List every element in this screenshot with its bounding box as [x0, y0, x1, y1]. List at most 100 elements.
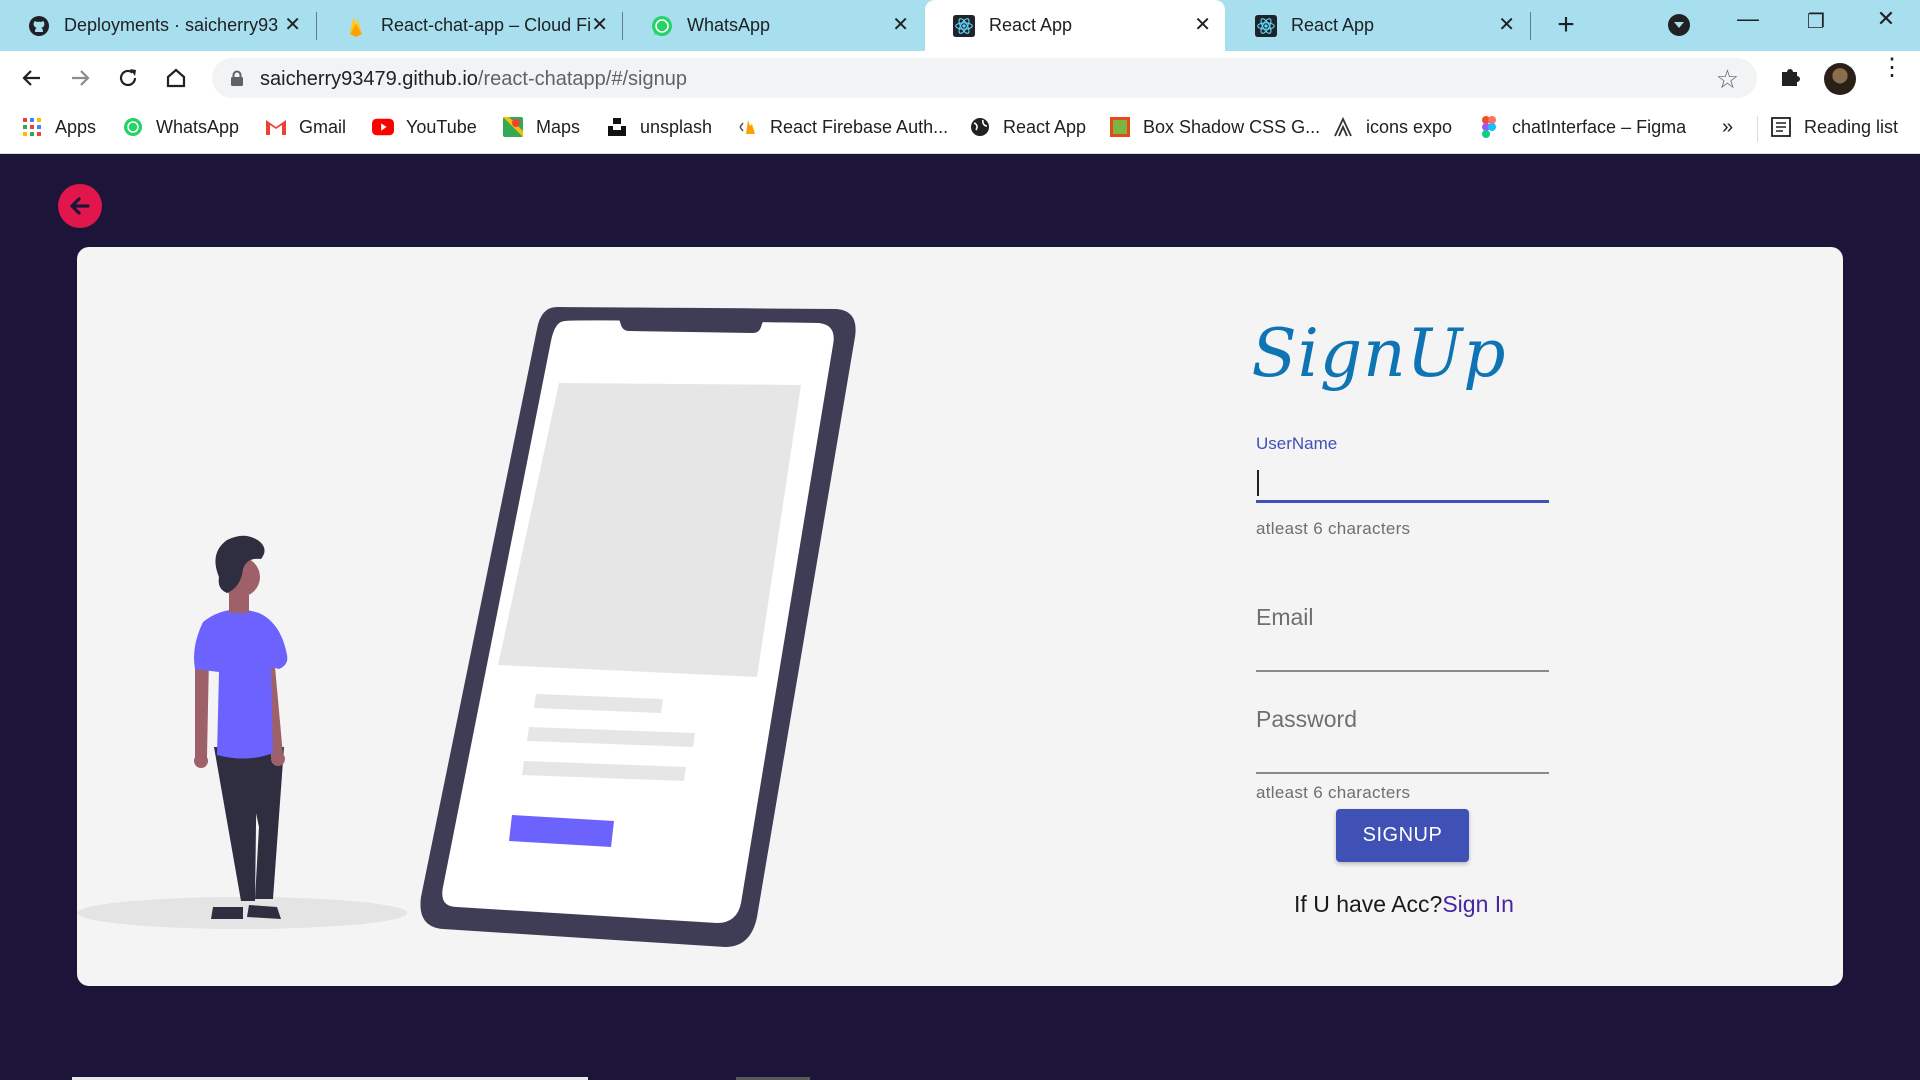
close-icon[interactable]: ✕	[284, 15, 301, 35]
close-icon[interactable]: ✕	[1498, 15, 1515, 35]
bookmarks-bar: Apps WhatsApp Gmail YouTube Maps unsplas…	[0, 104, 1920, 154]
github-icon	[28, 15, 50, 37]
box-shadow-icon	[1109, 116, 1131, 138]
tab-firebase[interactable]: React-chat-app – Cloud Fi ✕	[317, 0, 622, 51]
password-helper: atleast 6 characters	[1256, 783, 1411, 802]
url-text: saicherry93479.github.io/react-chatapp/#…	[260, 68, 687, 90]
reading-list-icon	[1770, 116, 1792, 138]
email-label: Email	[1256, 604, 1314, 630]
tab-title: Deployments · saicherry93	[64, 15, 279, 35]
bookmark-box-shadow[interactable]: Box Shadow CSS G...	[1109, 116, 1320, 138]
tab-divider	[1530, 12, 1531, 40]
youtube-icon	[372, 116, 394, 138]
reading-list-button[interactable]: Reading list	[1770, 116, 1898, 138]
signup-button[interactable]: SIGNUP	[1336, 809, 1469, 862]
globe-icon	[969, 116, 991, 138]
figma-icon	[1478, 116, 1500, 138]
bookmarks-overflow-icon[interactable]: »	[1722, 116, 1733, 139]
bookmark-figma[interactable]: chatInterface – Figma	[1478, 116, 1686, 138]
forward-arrow-icon[interactable]	[66, 64, 94, 92]
browser-toolbar: saicherry93479.github.io/react-chatapp/#…	[0, 51, 1920, 104]
signin-prompt: If U have Acc?Sign In	[1179, 891, 1629, 918]
tab-strip: Deployments · saicherry93 ✕ React-chat-a…	[0, 0, 1920, 51]
bookmark-label: Gmail	[299, 116, 347, 137]
bookmark-react-app[interactable]: React App	[969, 116, 1086, 138]
email-field[interactable]: Email	[1256, 604, 1549, 672]
profile-avatar[interactable]	[1824, 63, 1856, 95]
unsplash-icon	[606, 116, 628, 138]
page-title: SignUp	[1251, 315, 1507, 392]
address-bar[interactable]: saicherry93479.github.io/react-chatapp/#…	[212, 58, 1757, 98]
back-button[interactable]	[58, 184, 102, 228]
bookmark-unsplash[interactable]: unsplash	[606, 116, 712, 138]
signup-card: SignUp UserName atleast 6 characters Ema…	[77, 247, 1843, 986]
password-label: Password	[1256, 706, 1357, 732]
bookmark-label: YouTube	[406, 116, 477, 137]
firebase-icon	[345, 15, 367, 37]
signin-link[interactable]: Sign In	[1442, 891, 1514, 917]
text-caret	[1257, 470, 1259, 496]
react-icon	[953, 14, 975, 37]
bookmark-label: icons expo	[1366, 116, 1453, 137]
bookmark-label: React App	[1003, 116, 1087, 137]
bookmark-label: chatInterface – Figma	[1512, 116, 1687, 137]
restore-icon[interactable]: ❐	[1796, 9, 1836, 34]
firebase-auth-icon	[736, 116, 758, 138]
apps-grid-icon	[21, 116, 43, 138]
bookmark-label: Maps	[536, 116, 581, 137]
arrow-left-icon	[70, 197, 90, 215]
tab-title: React App	[989, 15, 1073, 35]
bookmark-label: React Firebase Auth...	[770, 116, 949, 137]
back-arrow-icon[interactable]	[18, 64, 46, 92]
bookmarks-divider	[1757, 116, 1758, 142]
whatsapp-icon	[651, 15, 673, 37]
bookmark-label: WhatsApp	[156, 116, 240, 137]
reload-icon[interactable]	[114, 64, 142, 92]
whatsapp-icon	[122, 116, 144, 138]
tab-whatsapp[interactable]: WhatsApp ✕	[623, 0, 923, 51]
bookmark-icons-expo[interactable]: icons expo	[1332, 116, 1452, 138]
signup-form: SignUp UserName atleast 6 characters Ema…	[1179, 247, 1579, 986]
phone-person-illustration	[77, 307, 856, 947]
bookmark-maps[interactable]: Maps	[502, 116, 580, 138]
bookmark-react-firebase-auth[interactable]: React Firebase Auth...	[736, 116, 948, 138]
username-underline	[1256, 500, 1549, 503]
lock-icon[interactable]	[230, 70, 244, 91]
bookmark-whatsapp[interactable]: WhatsApp	[122, 116, 239, 138]
close-icon[interactable]: ✕	[591, 15, 608, 35]
tab-react-app-active[interactable]: React App ✕	[925, 0, 1225, 51]
bookmark-gmail[interactable]: Gmail	[265, 116, 346, 138]
bookmark-apps[interactable]: Apps	[21, 116, 96, 138]
home-icon[interactable]	[162, 64, 190, 92]
tab-search-icon[interactable]	[1668, 14, 1690, 36]
kebab-menu-icon[interactable]: ⋮	[1880, 56, 1904, 80]
bookmark-label: Box Shadow CSS G...	[1143, 116, 1321, 137]
username-label: UserName	[1256, 434, 1338, 453]
reading-list-label: Reading list	[1804, 116, 1899, 137]
tab-title: React App	[1291, 15, 1375, 35]
bookmark-label: unsplash	[640, 116, 713, 137]
window-close-icon[interactable]: ✕	[1866, 6, 1906, 32]
tab-title: React-chat-app – Cloud Fi	[381, 15, 591, 35]
gmail-icon	[265, 116, 287, 138]
close-icon[interactable]: ✕	[1194, 15, 1211, 35]
tab-deployments[interactable]: Deployments · saicherry93 ✕	[0, 0, 315, 51]
new-tab-icon[interactable]: +	[1550, 8, 1582, 42]
minimize-icon[interactable]: —	[1728, 6, 1768, 32]
username-field[interactable]: UserName atleast 6 characters	[1256, 434, 1549, 544]
username-helper: atleast 6 characters	[1256, 519, 1411, 538]
expo-icon	[1332, 116, 1354, 138]
extensions-puzzle-icon[interactable]	[1778, 64, 1804, 95]
bookmark-label: Apps	[55, 116, 97, 137]
react-icon	[1255, 14, 1277, 37]
close-icon[interactable]: ✕	[892, 15, 909, 35]
password-underline	[1256, 772, 1549, 774]
password-field[interactable]: Password atleast 6 characters	[1256, 706, 1549, 802]
bookmark-youtube[interactable]: YouTube	[372, 116, 477, 138]
tab-title: WhatsApp	[687, 15, 771, 35]
bookmark-star-icon[interactable]: ☆	[1716, 64, 1739, 95]
email-underline	[1256, 670, 1549, 672]
have-account-text: If U have Acc?	[1294, 891, 1443, 917]
maps-icon	[502, 116, 524, 138]
tab-react-app[interactable]: React App ✕	[1227, 0, 1529, 51]
